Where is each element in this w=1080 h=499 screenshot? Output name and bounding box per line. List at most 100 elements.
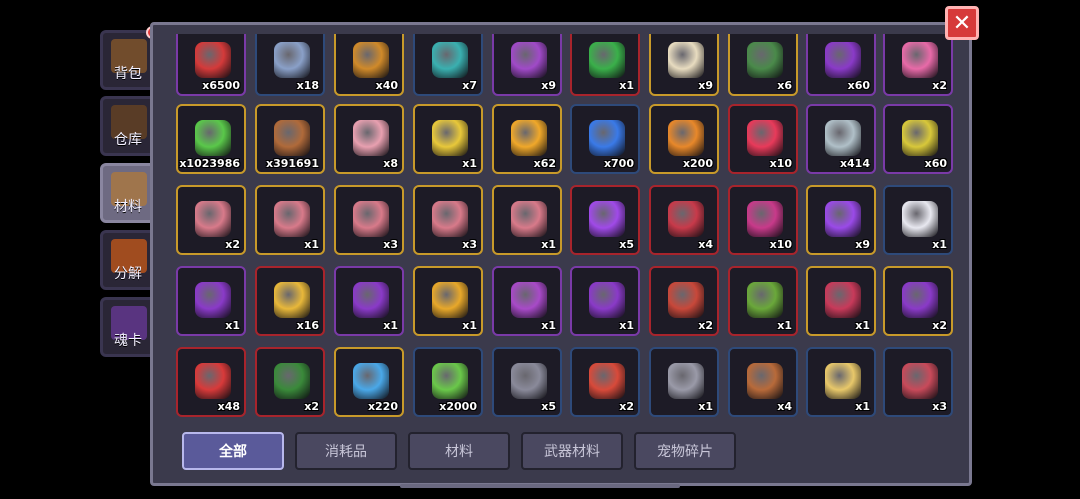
purple-mystery-book-icon [195, 282, 231, 318]
item-slot[interactable]: x4 [728, 347, 798, 417]
filter-tab-0[interactable]: 全部 [182, 432, 284, 470]
item-slot[interactable]: x1 [806, 266, 876, 336]
item-slot[interactable]: x48 [176, 347, 246, 417]
item-count: x18 [296, 79, 319, 92]
item-slot[interactable]: x4 [649, 185, 719, 255]
item-count: x391691 [265, 157, 319, 170]
item-slot[interactable]: x5 [570, 185, 640, 255]
item-count: x16 [296, 319, 319, 332]
red-tome-icon [668, 282, 704, 318]
priest-figure-icon [668, 42, 704, 78]
side-tab-2[interactable]: 材料 [100, 163, 156, 223]
purple-card-icon [747, 201, 783, 237]
side-tab-3[interactable]: 分解 [100, 230, 156, 290]
item-slot[interactable]: x1 [255, 185, 325, 255]
pink-boots-box-icon [511, 201, 547, 237]
item-slot[interactable]: x2 [176, 185, 246, 255]
item-slot[interactable]: x60 [806, 34, 876, 96]
item-count: x6 [777, 79, 792, 92]
item-slot[interactable]: x1 [492, 266, 562, 336]
purple-battery-icon [589, 201, 625, 237]
item-slot[interactable]: x3 [334, 185, 404, 255]
gold-bullet-icon [825, 363, 861, 399]
item-slot[interactable]: x62 [492, 104, 562, 174]
item-count: x1 [541, 319, 556, 332]
green-rune-icon [589, 42, 625, 78]
item-count: x220 [367, 400, 398, 413]
item-slot[interactable]: x391691 [255, 104, 325, 174]
item-slot[interactable]: x7 [413, 34, 483, 96]
red-crystal-icon [747, 120, 783, 156]
filter-tab-4[interactable]: 宠物碎片 [634, 432, 736, 470]
item-slot[interactable]: x414 [806, 104, 876, 174]
item-slot[interactable]: x8 [334, 104, 404, 174]
item-slot[interactable]: x1 [806, 347, 876, 417]
item-slot[interactable]: x9 [806, 185, 876, 255]
filter-tab-2[interactable]: 材料 [408, 432, 510, 470]
item-slot[interactable]: x1 [728, 266, 798, 336]
item-slot[interactable]: x16 [255, 266, 325, 336]
item-slot[interactable]: x10 [728, 185, 798, 255]
item-slot[interactable]: x60 [883, 104, 953, 174]
item-slot[interactable]: x2 [883, 266, 953, 336]
item-count: x1 [541, 238, 556, 251]
item-slot[interactable]: x3 [413, 185, 483, 255]
filter-tab-1[interactable]: 消耗品 [295, 432, 397, 470]
pink-hide-icon [353, 120, 389, 156]
silver-ore-icon [825, 120, 861, 156]
item-slot[interactable]: x2 [570, 347, 640, 417]
item-slot[interactable]: x2000 [413, 347, 483, 417]
side-tab-1[interactable]: 仓库 [100, 96, 156, 156]
item-count: x2 [304, 400, 319, 413]
item-slot[interactable]: x18 [255, 34, 325, 96]
item-slot[interactable]: x6 [728, 34, 798, 96]
red-question-icon [195, 363, 231, 399]
green-key-book-icon [747, 282, 783, 318]
item-slot[interactable]: x1 [570, 34, 640, 96]
item-count: x1 [855, 319, 870, 332]
item-count: x3 [383, 238, 398, 251]
gun-part-icon [511, 363, 547, 399]
side-tab-0[interactable]: 背包 [100, 30, 156, 90]
item-slot[interactable]: x1 [334, 266, 404, 336]
red-treasure-chest-icon [825, 282, 861, 318]
filter-tab-3[interactable]: 武器材料 [521, 432, 623, 470]
item-count: x60 [924, 157, 947, 170]
item-slot[interactable]: x6500 [176, 34, 246, 96]
item-grid[interactable]: x6500 x18 x40 x7 x9 x1 x9 x6 x60 x2 x1023986 x39169… [168, 34, 958, 428]
item-slot[interactable]: x1 [649, 347, 719, 417]
item-count: x10 [769, 238, 792, 251]
item-slot[interactable]: x3 [883, 347, 953, 417]
item-slot[interactable]: x9 [649, 34, 719, 96]
item-count: x2000 [439, 400, 477, 413]
item-slot[interactable]: x220 [334, 347, 404, 417]
item-slot[interactable]: x10 [728, 104, 798, 174]
red-blade-icon [589, 363, 625, 399]
item-slot[interactable]: x1 [883, 185, 953, 255]
item-slot[interactable]: x9 [492, 34, 562, 96]
item-slot[interactable]: x5 [492, 347, 562, 417]
item-count: x5 [619, 238, 634, 251]
close-button[interactable]: ✕ [945, 6, 979, 40]
item-slot[interactable]: x2 [883, 34, 953, 96]
scroll-indicator[interactable] [400, 484, 680, 488]
item-slot[interactable]: x40 [334, 34, 404, 96]
item-slot[interactable]: x200 [649, 104, 719, 174]
item-count: x1 [462, 319, 477, 332]
item-count: x60 [847, 79, 870, 92]
item-count: x5 [541, 400, 556, 413]
item-slot[interactable]: x1 [413, 266, 483, 336]
item-count: x40 [375, 79, 398, 92]
item-slot[interactable]: x1 [492, 185, 562, 255]
item-slot[interactable]: x700 [570, 104, 640, 174]
item-slot[interactable]: x1 [570, 266, 640, 336]
star-jar-icon [353, 363, 389, 399]
side-tab-4[interactable]: 魂卡 [100, 297, 156, 357]
item-slot[interactable]: x2 [255, 347, 325, 417]
item-slot[interactable]: x2 [649, 266, 719, 336]
purple-treasure-chest-icon [902, 282, 938, 318]
purple-mystery-book-2-icon [589, 282, 625, 318]
item-slot[interactable]: x1 [413, 104, 483, 174]
item-slot[interactable]: x1 [176, 266, 246, 336]
item-slot[interactable]: x1023986 [176, 104, 246, 174]
